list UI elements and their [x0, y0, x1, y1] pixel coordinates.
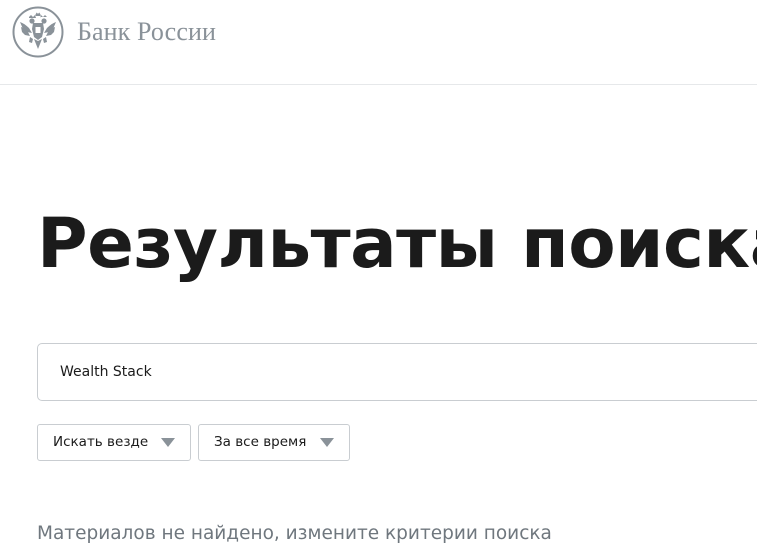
page-title: Результаты поиска	[37, 204, 757, 284]
logo-link[interactable]: Банк России	[12, 6, 216, 58]
site-header: Банк России	[0, 0, 757, 85]
filter-period-dropdown[interactable]: За все время	[198, 424, 350, 461]
search-results-page: Банк России Результаты поиска Искать вез…	[0, 0, 757, 554]
chevron-down-icon	[320, 438, 334, 447]
search-input[interactable]	[60, 344, 740, 400]
logo-text: Банк России	[77, 17, 216, 46]
filter-scope-dropdown[interactable]: Искать везде	[37, 424, 191, 461]
search-box[interactable]	[37, 343, 757, 401]
chevron-down-icon	[161, 438, 175, 447]
double-headed-eagle-icon	[12, 6, 64, 58]
filter-scope-label: Искать везде	[53, 434, 149, 450]
filter-period-label: За все время	[214, 434, 307, 450]
empty-results-message: Материалов не найдено, измените критерии…	[37, 523, 552, 544]
